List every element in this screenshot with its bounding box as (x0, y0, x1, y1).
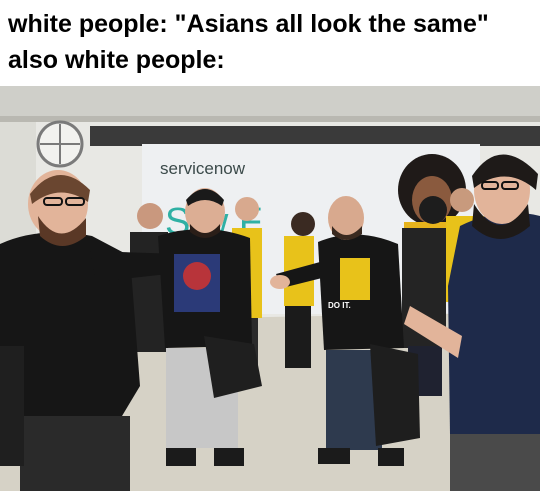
caption-line-2: also white people: (8, 46, 225, 74)
ceiling (0, 86, 540, 120)
meme: white people: "Asians all look the same"… (0, 0, 540, 491)
person-edge-left (0, 346, 24, 466)
caption-line-1: white people: "Asians all look the same" (8, 10, 489, 38)
wall-panel (90, 126, 540, 146)
meme-caption: white people: "Asians all look the same"… (0, 0, 540, 86)
conference-photo: servicenow S w F (0, 86, 540, 491)
shirt-print: DO IT. (328, 301, 351, 310)
banner-brand: servicenow (160, 159, 246, 178)
ceiling-edge (0, 116, 540, 122)
photo-illustration: servicenow S w F (0, 86, 540, 491)
